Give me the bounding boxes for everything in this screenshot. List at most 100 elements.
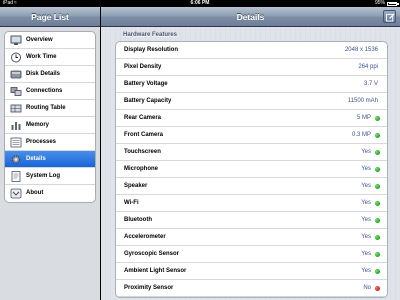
status-ok-icon xyxy=(375,252,380,257)
feature-value: 11500 mAh xyxy=(347,98,378,104)
feature-label: Ambient Light Sensor xyxy=(124,268,187,274)
feature-row: Display Resolution 2048 x 1536 xyxy=(116,42,387,59)
section-title: Hardware Features xyxy=(123,32,178,38)
menu-item-label: About xyxy=(26,190,44,196)
feature-value: Yes xyxy=(361,149,371,155)
feature-label: Proximity Sensor xyxy=(124,285,174,291)
status-ok-icon xyxy=(375,269,380,274)
feature-row: Touchscreen Yes xyxy=(116,144,387,161)
menu-item-label: Disk Details xyxy=(26,71,61,77)
feature-value: Yes xyxy=(361,166,371,172)
menu-item-label: Work Time xyxy=(26,54,57,60)
status-ok-icon xyxy=(375,184,380,189)
page-list-pane: Page List Overview Work Time Disk Details C… xyxy=(0,7,100,300)
status-ok-icon xyxy=(375,133,380,138)
compose-button[interactable] xyxy=(383,10,396,23)
menu-item-overview[interactable]: Overview xyxy=(5,32,95,49)
menu-item-processes[interactable]: Processes xyxy=(5,134,95,151)
feature-row: Bluetooth Yes xyxy=(116,212,387,229)
feature-label: Touchscreen xyxy=(124,149,161,155)
feature-row: Proximity Sensor No xyxy=(116,280,387,297)
feature-row: Pixel Density 264 ppi xyxy=(116,59,387,76)
feature-label: Gyroscopic Sensor xyxy=(124,251,180,257)
clock-icon xyxy=(10,52,22,63)
page-list-title: Page List xyxy=(0,7,100,27)
battery-icon xyxy=(387,1,399,6)
feature-row: Front Camera 0.3 MP xyxy=(116,127,387,144)
feature-label: Pixel Density xyxy=(124,64,162,70)
menu-item-disk-details[interactable]: Disk Details xyxy=(5,66,95,83)
menu-item-memory[interactable]: Memory xyxy=(5,117,95,134)
feature-row: Battery Voltage 3.7 V xyxy=(116,76,387,93)
routing-icon xyxy=(10,103,22,114)
feature-value: Yes xyxy=(361,251,371,257)
menu-item-details[interactable]: Details xyxy=(5,151,95,168)
menu-item-about[interactable]: About xyxy=(5,185,95,202)
details-title: Details xyxy=(236,12,265,22)
menu-item-label: Connections xyxy=(26,88,63,94)
menu-item-label: Details xyxy=(26,156,46,162)
feature-value: Yes xyxy=(361,200,371,206)
feature-value: 2048 x 1536 xyxy=(344,47,378,53)
feature-row: Battery Capacity 11500 mAh xyxy=(116,93,387,110)
menu-item-work-time[interactable]: Work Time xyxy=(5,49,95,66)
memory-chart-icon xyxy=(10,120,22,131)
hardware-features-table: Display Resolution 2048 x 1536 Pixel Densi… xyxy=(115,41,388,298)
feature-row: Microphone Yes xyxy=(116,161,387,178)
feature-value: Yes xyxy=(361,234,371,240)
status-ok-icon xyxy=(375,116,380,121)
status-ok-icon xyxy=(375,167,380,172)
page-list-menu: Overview Work Time Disk Details Connections… xyxy=(4,31,96,203)
details-pane: Details Hardware Features Display Resolu… xyxy=(101,7,400,300)
status-ok-icon xyxy=(375,235,380,240)
feature-label: Speaker xyxy=(124,183,148,189)
feature-label: Rear Camera xyxy=(124,115,162,121)
feature-row: Ambient Light Sensor Yes xyxy=(116,263,387,280)
battery-fill xyxy=(388,3,397,4)
feature-value: Yes xyxy=(361,268,371,274)
menu-item-routing-table[interactable]: Routing Table xyxy=(5,100,95,117)
menu-item-label: Memory xyxy=(26,122,50,128)
feature-value: Yes xyxy=(361,217,371,223)
clock-label: 6:06 PM xyxy=(190,0,210,6)
compose-icon xyxy=(385,12,395,22)
menu-item-label: Processes xyxy=(26,139,57,145)
feature-value: 5 MP xyxy=(356,115,371,121)
feature-label: Bluetooth xyxy=(124,217,152,223)
menu-item-label: Overview xyxy=(26,37,53,43)
status-ok-icon xyxy=(375,201,380,206)
disk-icon xyxy=(10,69,22,80)
feature-row: Gyroscopic Sensor Yes xyxy=(116,246,387,263)
menu-item-label: System Log xyxy=(26,173,61,179)
feature-label: Battery Capacity xyxy=(124,98,172,104)
feature-value: No xyxy=(363,285,371,291)
gear-icon xyxy=(10,154,22,165)
menu-item-label: Routing Table xyxy=(26,105,66,111)
feature-label: Microphone xyxy=(124,166,158,172)
feature-value: 0.3 MP xyxy=(351,132,371,138)
info-icon xyxy=(10,188,22,199)
feature-label: Front Camera xyxy=(124,132,164,138)
menu-item-system-log[interactable]: System Log xyxy=(5,168,95,185)
status-ok-icon xyxy=(375,150,380,155)
log-icon xyxy=(10,171,22,182)
status-ok-icon xyxy=(375,218,380,223)
feature-label: Wi-Fi xyxy=(124,200,139,206)
details-navbar: Details xyxy=(101,7,400,27)
feature-row: Accelerometer Yes xyxy=(116,229,387,246)
feature-value: 264 ppi xyxy=(358,64,378,70)
feature-value: 3.7 V xyxy=(363,81,378,87)
feature-row: Speaker Yes xyxy=(116,178,387,195)
menu-item-connections[interactable]: Connections xyxy=(5,83,95,100)
monitor-icon xyxy=(10,35,22,46)
processes-icon xyxy=(10,137,22,148)
feature-row: Wi-Fi Yes xyxy=(116,195,387,212)
connections-icon xyxy=(10,86,22,97)
feature-value: Yes xyxy=(361,183,371,189)
feature-label: Accelerometer xyxy=(124,234,166,240)
status-bar: iPad ≈ 6:06 PM 95% xyxy=(0,0,400,7)
feature-row: Rear Camera 5 MP xyxy=(116,110,387,127)
feature-label: Display Resolution xyxy=(124,47,179,53)
battery-percent: 95% xyxy=(374,0,385,6)
status-bad-icon xyxy=(375,286,380,291)
